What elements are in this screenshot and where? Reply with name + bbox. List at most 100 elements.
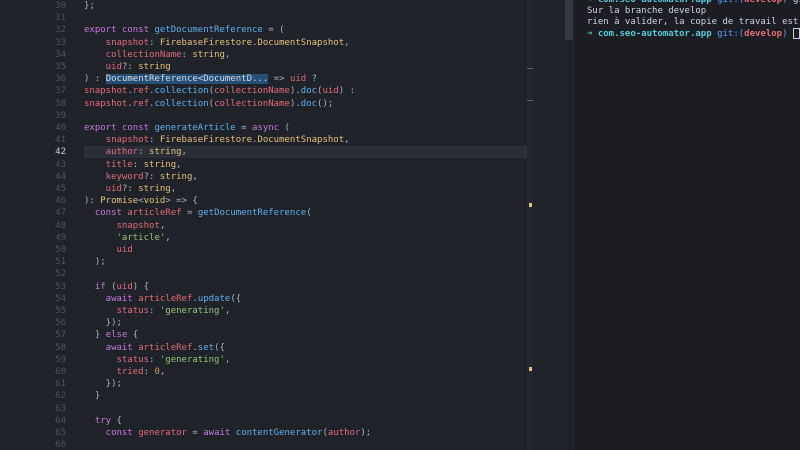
- code-token: getDocumentReference: [154, 25, 263, 36]
- overview-line: [527, 100, 533, 101]
- code-line[interactable]: };: [84, 0, 529, 12]
- code-line[interactable]: [84, 12, 529, 24]
- inline-type-hint: DocumentReference<DocumentD...: [105, 74, 269, 85]
- code-token: status: [84, 354, 150, 365]
- code-editor[interactable]: 30 31 32 33 34 35 36 37 38 39 40 41 42 43 44 45 46 47 48 49…: [0, 0, 575, 450]
- code-line[interactable]: snapshot.ref.collection(collectionName).…: [84, 85, 529, 97]
- code-token: snapshot: [84, 37, 150, 48]
- code-token: snapshot: [84, 135, 150, 146]
- code-token: (: [279, 123, 290, 133]
- code-line[interactable]: title: string,: [84, 159, 529, 171]
- line-number: 36: [55, 74, 66, 85]
- terminal-token: develop: [744, 0, 783, 5]
- code-line[interactable]: uid?: string,: [84, 183, 529, 195]
- code-token: ,: [165, 232, 171, 243]
- code-token: ,: [159, 367, 166, 377]
- code-line[interactable]: ): Promise<void> => {: [84, 195, 529, 207]
- code-line[interactable]: await articleRef.update({: [84, 293, 529, 305]
- code-token: Promise: [100, 196, 139, 207]
- code-line[interactable]: export const generateArticle = async (: [84, 122, 529, 134]
- vertical-scrollbar[interactable]: [563, 0, 575, 450]
- code-line[interactable]: await articleRef.set({: [84, 342, 529, 354]
- line-number: 38: [55, 98, 66, 109]
- code-line[interactable]: const articleRef = getDocumentReference(: [84, 207, 529, 219]
- code-line[interactable]: author: string,: [84, 146, 529, 159]
- code-token: getDocumentReference: [197, 208, 307, 219]
- scrollbar-thumb[interactable]: [565, 0, 573, 40]
- code-line[interactable]: export const getDocumentReference = (: [84, 24, 529, 36]
- code-token: }: [84, 391, 101, 402]
- code-line[interactable]: [84, 403, 529, 415]
- line-number: 34: [55, 49, 66, 60]
- code-token: snapshot: [84, 98, 128, 109]
- line-number: 44: [55, 171, 66, 182]
- code-token: set: [197, 342, 215, 353]
- code-token: :: [181, 49, 193, 60]
- code-line[interactable]: tried: 0,: [84, 366, 529, 378]
- line-number: 48: [55, 220, 66, 231]
- code-line[interactable]: [84, 439, 529, 450]
- code-token: FirebaseFirestore: [159, 37, 252, 48]
- code-line[interactable]: snapshot,: [84, 220, 529, 232]
- code-line[interactable]: );: [84, 256, 529, 268]
- line-number: 30: [55, 1, 66, 11]
- code-token: };: [84, 1, 95, 11]
- terminal-line: rien à valider, la copie de travail est …: [587, 17, 800, 28]
- code-line[interactable]: status: 'generating',: [84, 305, 529, 317]
- code-token: collectionName: [214, 98, 290, 109]
- code-line[interactable]: collectionName: string,: [84, 49, 529, 61]
- code-token: ,: [170, 184, 177, 194]
- line-number: 39: [55, 110, 66, 121]
- line-number: 33: [55, 37, 66, 48]
- code-token: const: [84, 428, 139, 438]
- line-number: 65: [55, 428, 66, 438]
- line-number: 55: [55, 306, 66, 316]
- code-token: {: [127, 330, 139, 341]
- code-line[interactable]: if (uid) {: [84, 281, 529, 293]
- code-line[interactable]: uid: [84, 244, 529, 256]
- code-line[interactable]: const generator = await contentGenerator…: [84, 427, 529, 439]
- code-line[interactable]: snapshot.ref.collection(collectionName).…: [84, 98, 529, 110]
- code-token: uid: [289, 74, 307, 85]
- code-line[interactable]: [84, 268, 529, 280]
- code-line[interactable]: });: [84, 378, 529, 390]
- terminal-panel[interactable]: ➜ com.seo-automator.app git:(develop) gi…: [575, 0, 800, 450]
- code-token: snapshot: [84, 86, 128, 97]
- code-line[interactable]: 'article',: [84, 232, 529, 244]
- code-token: ();: [317, 98, 334, 109]
- terminal-token: rien à valider, la copie de travail est …: [587, 17, 799, 27]
- code-line[interactable]: } else {: [84, 329, 529, 341]
- code-token: string: [149, 147, 182, 158]
- code-token: ,: [224, 306, 231, 316]
- terminal-token: ): [782, 29, 793, 39]
- code-token: await: [84, 342, 139, 353]
- code-token: ):: [84, 196, 101, 207]
- code-line[interactable]: ) : DocumentReference<DocumentD... => ui…: [84, 73, 529, 85]
- code-line[interactable]: status: 'generating',: [84, 354, 529, 366]
- code-token: > => {: [165, 196, 198, 207]
- code-line[interactable]: uid?: string: [84, 61, 529, 73]
- code-line[interactable]: [84, 110, 529, 122]
- code-token: ,: [192, 171, 198, 182]
- code-line[interactable]: try {: [84, 415, 529, 427]
- overview-ruler[interactable]: [527, 0, 533, 450]
- code-line[interactable]: });: [84, 317, 529, 329]
- code-token: tried: [84, 367, 144, 377]
- code-line[interactable]: keyword?: string,: [84, 171, 529, 183]
- terminal-line: Sur la branche develop: [587, 6, 706, 17]
- terminal-token: com.seo-automator.app: [597, 29, 718, 39]
- code-line[interactable]: snapshot: FirebaseFirestore.DocumentSnap…: [84, 134, 529, 146]
- code-token: ).: [289, 86, 301, 97]
- line-number: 32: [55, 25, 66, 36]
- code-line[interactable]: }: [84, 390, 529, 402]
- code-token: string: [143, 159, 177, 170]
- code-token: });: [84, 379, 122, 390]
- code-token: 'generating': [159, 306, 225, 316]
- code-token: export: [84, 123, 122, 133]
- line-number: 64: [55, 415, 66, 426]
- terminal-cursor: [792, 28, 800, 39]
- code-token: :: [138, 147, 150, 158]
- line-number: 50: [55, 245, 66, 255]
- code-line[interactable]: snapshot: FirebaseFirestore.DocumentSnap…: [84, 37, 529, 49]
- code-token: update: [197, 293, 231, 304]
